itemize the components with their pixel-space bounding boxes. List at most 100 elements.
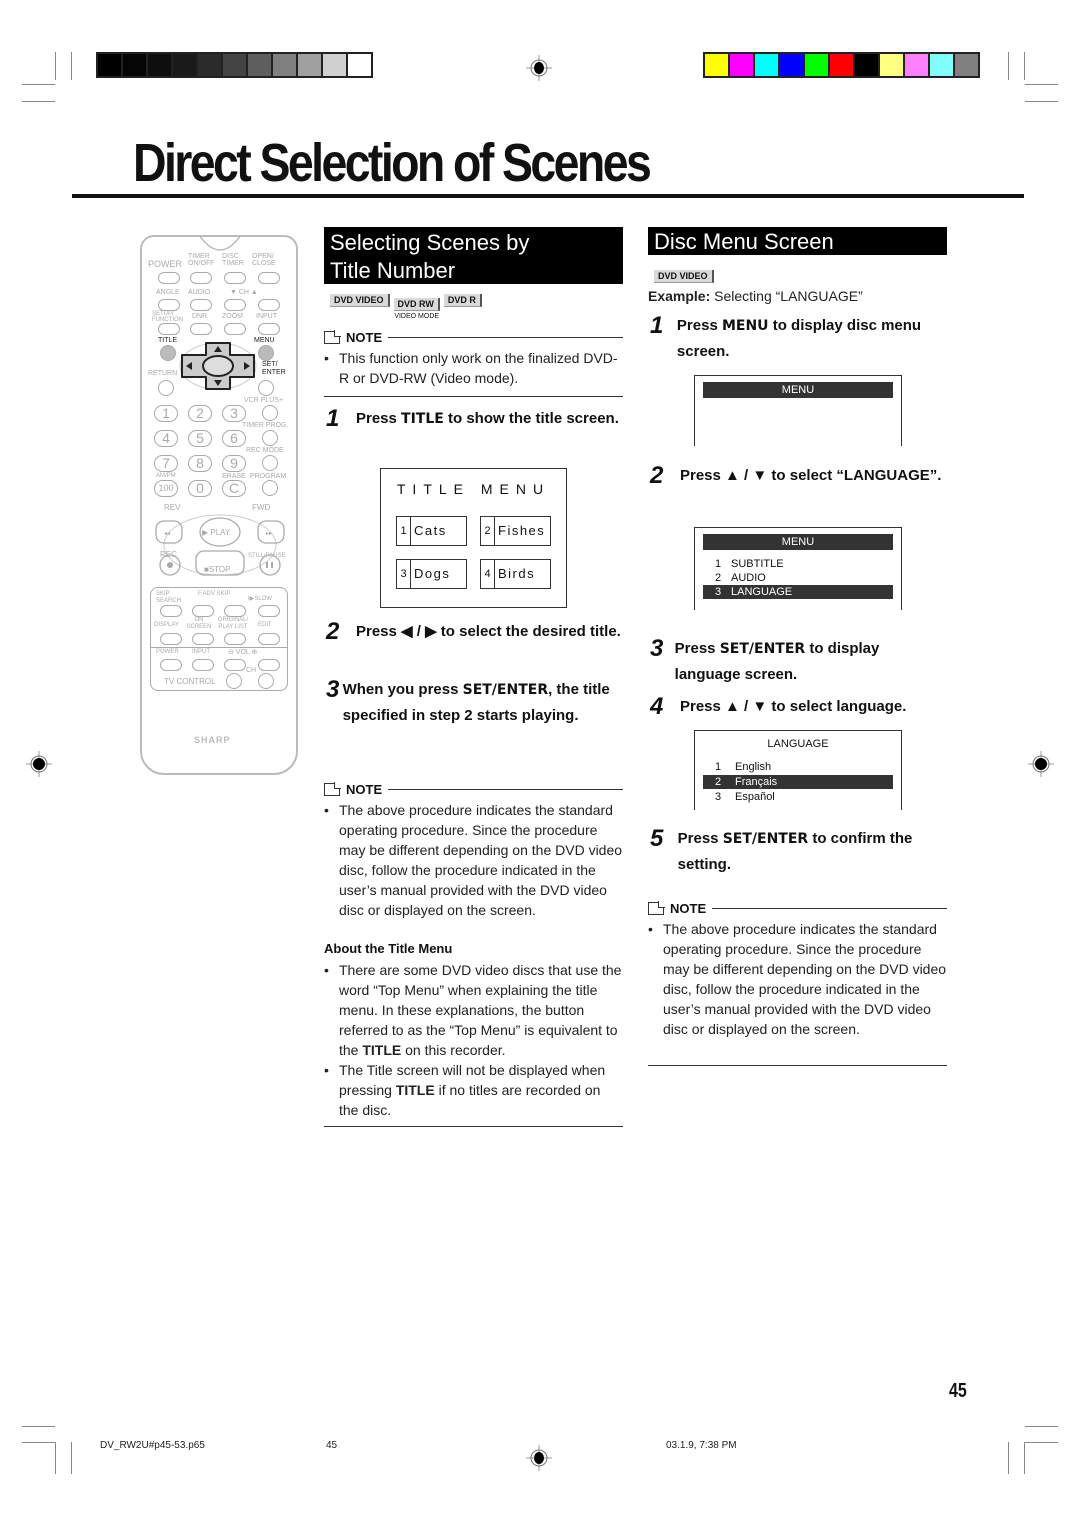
step-number: 2 xyxy=(650,462,664,489)
remote-label-fadv-skip: F.ADV SKIP xyxy=(198,591,231,597)
remote-num-0: 0 xyxy=(188,480,212,497)
gray-swatch xyxy=(348,54,371,76)
note-label: NOTE xyxy=(670,901,707,916)
title-menu-item: 3 Dogs xyxy=(396,559,467,589)
step-text: When you press SET/ENTER, the title spec… xyxy=(342,681,610,724)
heading-line-2: Title Number xyxy=(330,258,456,283)
step-1: 1 Press MENU to display disc menu screen… xyxy=(650,313,947,365)
color-swatch xyxy=(755,54,778,76)
step-text: Press TITLE to show the title screen. xyxy=(356,410,619,427)
svg-text:◂◂: ◂◂ xyxy=(164,531,170,537)
remote-label-program: PROGRAM xyxy=(250,473,287,480)
section-heading-disc-menu: Disc Menu Screen xyxy=(648,227,947,255)
remote-label-tv-input: INPUT xyxy=(192,649,210,655)
menu-item: 2 AUDIO xyxy=(715,572,766,584)
menu-screen-empty: MENU xyxy=(694,375,902,446)
keyword-set-enter: SET/ENTER xyxy=(722,831,809,847)
remote-label-setup: SETUP/ FUNCTION xyxy=(152,311,183,323)
title-rule xyxy=(72,194,1024,198)
example-text: Example: Selecting “LANGUAGE” xyxy=(648,288,863,304)
divider xyxy=(648,1065,947,1066)
note-text: • The above procedure indicates the stand… xyxy=(648,921,947,1037)
step-3: 3 When you press SET/ENTER, the title sp… xyxy=(326,677,623,729)
remote-num-7: 7 xyxy=(154,455,178,472)
badge-dvd-rw-group: DVD RW VIDEO MODE xyxy=(393,294,440,320)
remote-menu-button xyxy=(258,345,274,361)
note-label: NOTE xyxy=(346,782,383,797)
note-icon xyxy=(324,330,341,344)
title-menu-item: 1 Cats xyxy=(396,516,467,546)
registration-mark-icon xyxy=(526,1445,552,1471)
step-number: 5 xyxy=(650,825,664,852)
page-number: 45 xyxy=(949,1380,967,1402)
gray-swatch xyxy=(323,54,346,76)
language-item: 2 Français xyxy=(703,775,893,789)
remote-brand-logo: SHARP xyxy=(194,735,231,745)
keyword-set-enter: SET/ENTER xyxy=(719,641,806,657)
remote-num-4: 4 xyxy=(154,430,178,447)
disc-type-badges: DVD VIDEO DVD RW VIDEO MODE DVD R xyxy=(330,294,486,320)
remote-num-8: 8 xyxy=(188,455,212,472)
remote-num-1: 1 xyxy=(154,405,178,422)
step-text: Press SET/ENTER to display language scre… xyxy=(674,640,880,683)
remote-label-vcr-plus: VCR PLUS+ xyxy=(244,397,284,404)
remote-label-open-close: OPEN/ CLOSE xyxy=(252,253,276,267)
remote-num-100: 100 xyxy=(154,480,178,497)
divider xyxy=(324,396,623,397)
remote-label-timer: TIMER ON/OFF xyxy=(188,253,215,267)
step-text: Press ▲ / ▼ to select language. xyxy=(680,698,907,715)
gray-swatch xyxy=(148,54,171,76)
remote-label-set-enter: SET/ ENTER xyxy=(262,361,286,376)
step-1: 1 Press TITLE to show the title screen. xyxy=(326,406,623,432)
gray-swatch xyxy=(248,54,271,76)
color-swatch xyxy=(705,54,728,76)
gray-swatch xyxy=(98,54,121,76)
step-number: 4 xyxy=(650,693,664,720)
badge-dvd-rw: DVD RW xyxy=(393,298,440,311)
about-title-menu-heading: About the Title Menu xyxy=(324,941,453,956)
title-menu-heading: TITLE MENU xyxy=(396,481,551,497)
remote-label-stop: ■STOP xyxy=(204,565,231,574)
gray-swatch xyxy=(173,54,196,76)
remote-dpad-icon xyxy=(179,342,257,390)
footer-filename: DV_RW2U#p45-53.p65 xyxy=(100,1440,205,1451)
remote-label-rev: REV xyxy=(164,503,181,512)
remote-label-erase: ERASE xyxy=(222,473,246,480)
remote-control-illustration: POWER TIMER ON/OFF DISC TIMER OPEN/ CLOS… xyxy=(140,235,298,775)
footer-timestamp: 03.1.9, 7:38 PM xyxy=(666,1440,737,1451)
step-text: Press ◀ / ▶ to select the desired title. xyxy=(356,623,621,640)
color-swatch xyxy=(905,54,928,76)
note-heading: NOTE xyxy=(648,901,947,916)
gray-swatch xyxy=(223,54,246,76)
badge-video-mode: VIDEO MODE xyxy=(394,313,440,320)
section-heading-title-number: Selecting Scenes by Title Number xyxy=(324,227,623,284)
remote-label-audio: AUDIO xyxy=(188,289,211,296)
step-number: 3 xyxy=(650,635,664,662)
remote-label-original-playlist: ORIGINAL/ PLAY LIST xyxy=(217,617,249,630)
remote-label-display: DISPLAY xyxy=(154,622,179,628)
remote-label-zoom: ZOOM xyxy=(222,313,243,320)
note-bullet: The above procedure indicates the standa… xyxy=(663,921,947,1037)
remote-num-9: 9 xyxy=(222,455,246,472)
remote-label-return: RETURN xyxy=(148,370,178,377)
title-menu-screen: TITLE MENU 1 Cats 2 Fishes 3 Dogs 4 Birds xyxy=(380,468,567,608)
remote-label-power: POWER xyxy=(148,259,183,269)
gray-swatch xyxy=(198,54,221,76)
note-text: • The above procedure indicates the stand… xyxy=(324,802,623,918)
remote-label-title: TITLE xyxy=(158,337,178,344)
about-text: • There are some DVD video discs that use… xyxy=(324,962,622,1118)
step-number: 3 xyxy=(326,676,340,703)
menu-screen-title: MENU xyxy=(703,534,893,550)
disc-type-badges: DVD VIDEO xyxy=(654,266,718,284)
remote-label-play: ▶ PLAY xyxy=(202,528,231,537)
remote-label-dnr: DNR xyxy=(192,313,208,320)
step-4: 4 Press ▲ / ▼ to select language. xyxy=(650,694,947,720)
about-bullet: There are some DVD video discs that use … xyxy=(339,962,622,1058)
remote-label-still-pause: STILL/PAUSE xyxy=(248,553,286,559)
color-swatch xyxy=(780,54,803,76)
note-icon xyxy=(324,782,341,796)
note-label: NOTE xyxy=(346,330,383,345)
remote-num-5: 5 xyxy=(188,430,212,447)
step-number: 1 xyxy=(650,312,664,339)
note-heading: NOTE xyxy=(324,782,623,797)
